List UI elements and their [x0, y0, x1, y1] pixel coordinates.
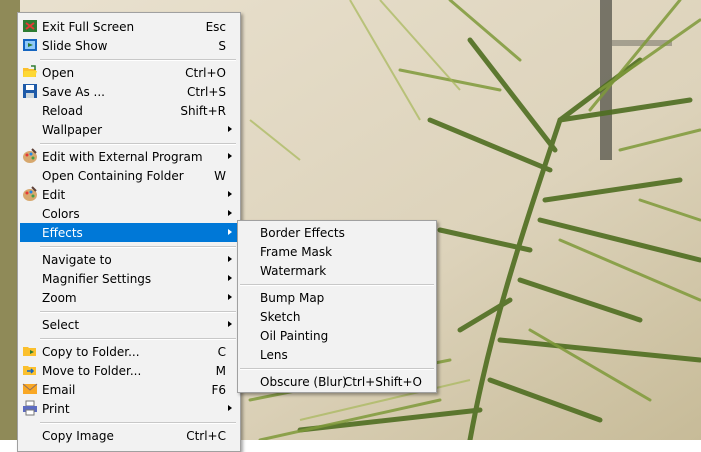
- floppy-disk-icon: [23, 84, 37, 98]
- menu-item-shortcut: M: [215, 363, 226, 378]
- menu-item-label: Sketch: [260, 309, 301, 324]
- menu-item-edit[interactable]: Edit: [20, 185, 238, 204]
- menu-item-label: Reload: [42, 103, 83, 118]
- menu-item-label: Save As ...: [42, 84, 105, 99]
- menu-item-label: Copy to Folder...: [42, 344, 140, 359]
- menu-separator: [40, 311, 236, 313]
- submenu-item-bump-map[interactable]: Bump Map: [240, 288, 434, 307]
- menu-item-shortcut: F6: [211, 382, 226, 397]
- menu-item-effects[interactable]: Effects: [20, 223, 238, 242]
- menu-separator: [240, 368, 434, 370]
- menu-item-shortcut: Esc: [205, 19, 226, 34]
- slideshow-icon: [23, 39, 37, 51]
- menu-separator: [240, 284, 434, 286]
- menu-item-label: Select: [42, 317, 80, 332]
- open-folder-icon: [23, 65, 37, 77]
- submenu-arrow-icon: [228, 294, 232, 300]
- submenu-arrow-icon: [228, 191, 232, 197]
- menu-item-shortcut: W: [214, 168, 226, 183]
- menu-item-shortcut: Ctrl+C: [186, 428, 226, 443]
- menu-item-wallpaper[interactable]: Wallpaper: [20, 120, 238, 139]
- menu-item-save-as[interactable]: Save As ... Ctrl+S: [20, 82, 238, 101]
- menu-item-zoom[interactable]: Zoom: [20, 288, 238, 307]
- menu-separator: [40, 246, 236, 248]
- menu-separator: [40, 143, 236, 145]
- menu-item-shortcut: C: [217, 344, 226, 359]
- menu-item-label: Copy Image: [42, 428, 114, 443]
- menu-item-print[interactable]: Print: [20, 399, 238, 418]
- menu-item-label: Frame Mask: [260, 244, 333, 259]
- submenu-item-sketch[interactable]: Sketch: [240, 307, 434, 326]
- menu-item-label: Effects: [42, 225, 83, 240]
- copy-folder-icon: [23, 347, 36, 356]
- submenu-arrow-icon: [228, 153, 232, 159]
- menu-item-shortcut: S: [218, 38, 226, 53]
- menu-item-reload[interactable]: Reload Shift+R: [20, 101, 238, 120]
- effects-submenu: Border Effects Frame Mask Watermark Bump…: [237, 220, 437, 393]
- menu-item-label: Open Containing Folder: [42, 168, 184, 183]
- menu-item-label: Open: [42, 65, 75, 80]
- menu-item-label: Email: [42, 382, 76, 397]
- submenu-item-lens[interactable]: Lens: [240, 345, 434, 364]
- menu-item-select[interactable]: Select: [20, 315, 238, 334]
- submenu-arrow-icon: [228, 126, 232, 132]
- menu-item-slide-show[interactable]: Slide Show S: [20, 36, 238, 55]
- menu-item-label: Lens: [260, 347, 288, 362]
- email-icon: [22, 383, 38, 394]
- menu-item-label: Print: [42, 401, 70, 416]
- menu-item-label: Colors: [42, 206, 80, 221]
- menu-item-shortcut: Ctrl+Shift+O: [343, 374, 422, 389]
- menu-item-label: Border Effects: [260, 225, 345, 240]
- submenu-item-watermark[interactable]: Watermark: [240, 261, 434, 280]
- menu-item-shortcut: Shift+R: [180, 103, 226, 118]
- submenu-item-oil-painting[interactable]: Oil Painting: [240, 326, 434, 345]
- palette-icon: [23, 148, 37, 163]
- submenu-arrow-icon: [228, 321, 232, 327]
- menu-item-label: Navigate to: [42, 252, 112, 267]
- submenu-arrow-icon: [228, 210, 232, 216]
- menu-item-colors[interactable]: Colors: [20, 204, 238, 223]
- menu-item-label: Obscure (Blur): [260, 374, 347, 389]
- menu-item-label: Edit with External Program: [42, 149, 203, 164]
- menu-separator: [40, 338, 236, 340]
- menu-item-label: Move to Folder...: [42, 363, 142, 378]
- submenu-item-frame-mask[interactable]: Frame Mask: [240, 242, 434, 261]
- submenu-item-border-effects[interactable]: Border Effects: [240, 223, 434, 242]
- menu-item-edit-external[interactable]: Edit with External Program: [20, 147, 238, 166]
- menu-item-copy-image[interactable]: Copy Image Ctrl+C: [20, 426, 238, 445]
- menu-item-label: Exit Full Screen: [42, 19, 135, 34]
- menu-item-open-containing-folder[interactable]: Open Containing Folder W: [20, 166, 238, 185]
- submenu-arrow-icon: [228, 229, 232, 235]
- menu-item-magnifier-settings[interactable]: Magnifier Settings: [20, 269, 238, 288]
- menu-item-shortcut: Ctrl+S: [186, 84, 226, 99]
- submenu-item-obscure-blur[interactable]: Obscure (Blur) Ctrl+Shift+O: [240, 372, 434, 391]
- exit-fullscreen-icon: [23, 20, 37, 32]
- menu-separator: [40, 422, 236, 424]
- menu-item-open[interactable]: Open Ctrl+O: [20, 63, 238, 82]
- menu-item-label: Slide Show: [42, 38, 108, 53]
- submenu-arrow-icon: [228, 275, 232, 281]
- menu-item-navigate-to[interactable]: Navigate to: [20, 250, 238, 269]
- menu-item-move-to-folder[interactable]: Move to Folder... M: [20, 361, 238, 380]
- menu-item-label: Oil Painting: [260, 328, 329, 343]
- menu-item-label: Bump Map: [260, 290, 325, 305]
- submenu-arrow-icon: [228, 405, 232, 411]
- menu-item-label: Watermark: [260, 263, 327, 278]
- menu-item-exit-full-screen[interactable]: Exit Full Screen Esc: [20, 17, 238, 36]
- menu-item-copy-to-folder[interactable]: Copy to Folder... C: [20, 342, 238, 361]
- menu-item-label: Edit: [42, 187, 66, 202]
- menu-item-label: Magnifier Settings: [42, 271, 152, 286]
- submenu-arrow-icon: [228, 256, 232, 262]
- menu-separator: [40, 59, 236, 61]
- menu-item-shortcut: Ctrl+O: [185, 65, 226, 80]
- palette-icon: [23, 186, 37, 201]
- move-folder-icon: [23, 366, 36, 375]
- printer-icon: [23, 400, 37, 416]
- menu-item-label: Wallpaper: [42, 122, 103, 137]
- context-menu: Exit Full Screen Esc Slide Show S Open C…: [17, 12, 241, 452]
- menu-item-email[interactable]: Email F6: [20, 380, 238, 399]
- menu-item-label: Zoom: [42, 290, 77, 305]
